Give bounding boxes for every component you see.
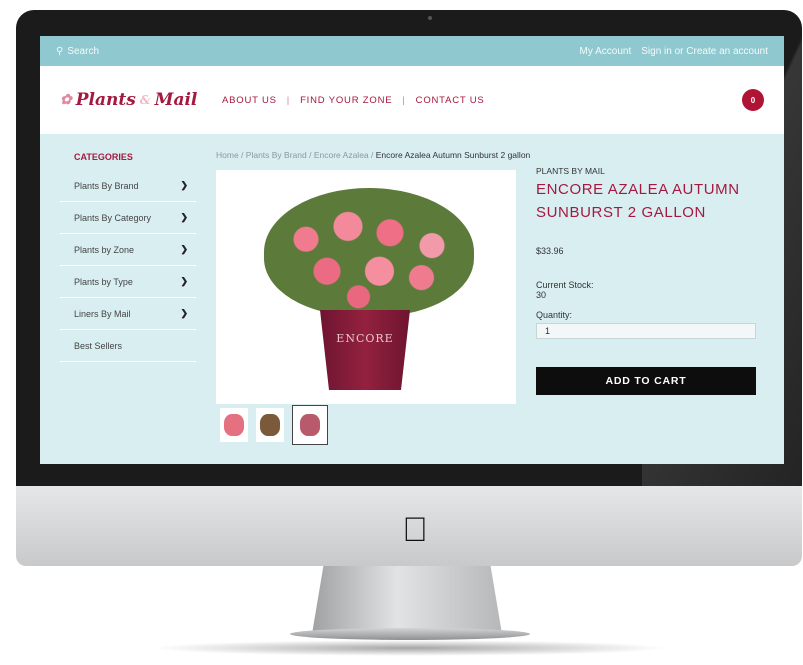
pot-label: ENCORE — [336, 332, 394, 345]
thumbnail-3[interactable] — [292, 405, 328, 445]
main-nav: ABOUT US | FIND YOUR ZONE | CONTACT US — [222, 95, 485, 106]
product-info: PLANTS BY MAIL ENCORE AZALEA AUTUMN SUNB… — [536, 166, 760, 395]
categories-heading: CATEGORIES — [74, 152, 133, 162]
camera-icon — [428, 16, 432, 20]
sidebar-item-plants-by-category[interactable]: Plants By Category ❯ — [60, 202, 196, 234]
category-sidebar: CATEGORIES Plants By Brand ❯ Plants By C… — [60, 148, 196, 362]
azalea-flowers — [264, 188, 474, 316]
nav-divider: | — [286, 94, 291, 106]
breadcrumb-home[interactable]: Home — [216, 150, 239, 160]
website-screen: ⚲ Search My Account Sign in or Create an… — [40, 36, 784, 464]
search-icon: ⚲ — [56, 45, 64, 57]
logo-text-mail: Mail — [154, 90, 198, 110]
signin-link[interactable]: Sign in or Create an account — [641, 46, 768, 57]
thumbnail-1[interactable] — [220, 408, 248, 442]
site-header: ✿ Plants & Mail ABOUT US | FIND YOUR ZON… — [40, 66, 784, 134]
sidebar-item-label: Plants by Type — [74, 276, 133, 287]
product-price: $33.96 — [536, 246, 564, 256]
cart-count: 0 — [750, 95, 756, 105]
sidebar-item-plants-by-brand[interactable]: Plants By Brand ❯ — [60, 170, 196, 202]
sidebar-item-label: Plants By Category — [74, 212, 152, 223]
add-to-cart-button[interactable]: ADD TO CART — [536, 367, 756, 395]
sidebar-item-label: Plants By Brand — [74, 180, 139, 191]
sidebar-item-best-sellers[interactable]: Best Sellers — [60, 330, 196, 362]
thumbnail-image — [260, 414, 280, 436]
nav-contact-us[interactable]: CONTACT US — [416, 95, 485, 106]
nav-find-your-zone[interactable]: FIND YOUR ZONE — [300, 95, 392, 106]
product-main-image[interactable]: ENCORE — [216, 170, 516, 404]
thumbnail-2[interactable] — [256, 408, 284, 442]
logo-ampersand: & — [139, 93, 151, 107]
breadcrumb-encore-azalea[interactable]: Encore Azalea — [314, 150, 369, 160]
apple-logo-icon:  — [399, 513, 431, 547]
quantity-input[interactable]: 1 — [536, 323, 756, 339]
chevron-down-icon[interactable]: ❯ — [180, 180, 188, 191]
sidebar-item-label: Liners By Mail — [74, 308, 131, 319]
sidebar-item-plants-by-type[interactable]: Plants by Type ❯ — [60, 266, 196, 298]
chevron-down-icon[interactable]: ❯ — [180, 244, 188, 255]
sidebar-item-label: Plants by Zone — [74, 244, 135, 255]
breadcrumb-plants-by-brand[interactable]: Plants By Brand — [246, 150, 307, 160]
nav-divider: | — [402, 94, 406, 106]
stock-label: Current Stock: — [536, 280, 594, 290]
nav-about-us[interactable]: ABOUT US — [222, 95, 277, 106]
chevron-down-icon[interactable]: ❯ — [180, 276, 188, 287]
breadcrumb: Home / Plants By Brand / Encore Azalea /… — [216, 150, 531, 160]
product-thumbnails — [220, 405, 328, 445]
sidebar-item-label: Best Sellers — [74, 340, 123, 351]
stand-shadow — [150, 640, 670, 656]
search-label: Search — [67, 45, 100, 57]
stock-value: 30 — [536, 290, 547, 300]
product-brand: PLANTS BY MAIL — [536, 166, 605, 176]
flower-logo-icon: ✿ — [60, 92, 72, 108]
monitor-base — [290, 628, 530, 640]
product-title: ENCORE AZALEA AUTUMN SUNBURST 2 GALLON — [536, 181, 740, 221]
plant-pot: ENCORE — [320, 310, 410, 390]
thumbnail-image — [224, 414, 244, 436]
my-account-link[interactable]: My Account — [580, 46, 632, 57]
breadcrumb-current: Encore Azalea Autumn Sunburst 2 gallon — [375, 150, 531, 160]
quantity-label: Quantity: — [536, 310, 573, 320]
monitor-stand — [312, 566, 502, 634]
cart-button[interactable]: 0 — [742, 89, 764, 111]
logo-text-plants: Plants — [75, 90, 136, 110]
sidebar-item-liners-by-mail[interactable]: Liners By Mail ❯ — [60, 298, 196, 330]
top-bar: ⚲ Search My Account Sign in or Create an… — [40, 36, 784, 66]
site-logo[interactable]: ✿ Plants & Mail — [60, 90, 222, 110]
quantity-value: 1 — [545, 326, 551, 336]
chevron-down-icon[interactable]: ❯ — [180, 308, 188, 319]
search-link[interactable]: ⚲ Search — [56, 46, 99, 57]
thumbnail-image — [300, 414, 320, 436]
sidebar-item-plants-by-zone[interactable]: Plants by Zone ❯ — [60, 234, 196, 266]
chevron-down-icon[interactable]: ❯ — [180, 212, 188, 223]
